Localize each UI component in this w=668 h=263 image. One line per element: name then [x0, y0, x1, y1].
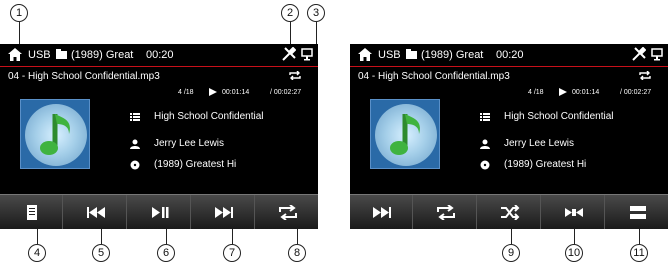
- status-bar: USB (1989) Great 00:20: [0, 44, 318, 66]
- callout-6: 6: [157, 244, 175, 262]
- clock: 00:20: [146, 49, 174, 61]
- next-button[interactable]: [192, 195, 255, 229]
- callout-1-leader: [19, 22, 20, 46]
- equalizer-icon: [565, 208, 583, 217]
- playlist-button[interactable]: [0, 195, 63, 229]
- elapsed-time: 00:01:14: [572, 89, 600, 96]
- callout-1: 1: [10, 4, 28, 22]
- callout-11: 11: [630, 244, 648, 262]
- settings-tools-icon[interactable]: [632, 47, 646, 61]
- disc-icon: [480, 160, 490, 170]
- play-state-icon: [209, 88, 217, 96]
- equalizer-button[interactable]: [542, 195, 605, 229]
- album-short: (1989) Great: [71, 49, 134, 61]
- next-icon: [215, 207, 233, 218]
- next-page-icon: [373, 207, 391, 218]
- shuffle-button[interactable]: [478, 195, 541, 229]
- settings-tools-icon[interactable]: [282, 47, 296, 61]
- album-art: [20, 99, 90, 169]
- repeat-status-icon: [639, 71, 651, 80]
- track-count: 4 /18: [528, 89, 544, 96]
- repeat-icon: [279, 205, 297, 220]
- callout-2-leader: [290, 22, 291, 46]
- callout-4: 4: [28, 244, 46, 262]
- previous-icon: [87, 207, 105, 218]
- header-divider: [0, 66, 318, 67]
- home-icon[interactable]: [8, 48, 22, 61]
- play-state-icon: [559, 88, 567, 96]
- person-icon: [130, 139, 140, 149]
- artist-name: Jerry Lee Lewis: [504, 138, 575, 149]
- callout-10: 10: [565, 244, 583, 262]
- repeat-button[interactable]: [414, 195, 477, 229]
- play-pause-icon: [152, 207, 169, 218]
- callout-9: 9: [502, 244, 520, 262]
- home-icon[interactable]: [358, 48, 372, 61]
- repeat-icon: [437, 205, 455, 220]
- repeat-button[interactable]: [256, 195, 318, 229]
- callout-5: 5: [92, 244, 110, 262]
- control-bar: [0, 194, 318, 229]
- person-icon: [480, 139, 490, 149]
- previous-button[interactable]: [64, 195, 127, 229]
- disc-icon: [130, 160, 140, 170]
- shuffle-icon: [501, 205, 520, 220]
- artist-name: Jerry Lee Lewis: [154, 138, 225, 149]
- file-name: 04 - High School Confidential.mp3: [8, 71, 160, 82]
- music-note-icon: [40, 114, 70, 155]
- player-screen-right: USB (1989) Great 00:20 04 - High School …: [350, 44, 668, 229]
- track-progress: 4 /18 00:01:14 / 00:02:27: [0, 86, 318, 98]
- list-small-icon: [130, 113, 140, 121]
- track-progress: 4 /18 00:01:14 / 00:02:27: [350, 86, 668, 98]
- folder-icon: [406, 49, 417, 59]
- album-art: [370, 99, 440, 169]
- song-title: High School Confidential: [504, 111, 614, 122]
- repeat-status-icon: [289, 71, 301, 80]
- display-icon[interactable]: [301, 48, 313, 61]
- file-name: 04 - High School Confidential.mp3: [358, 71, 510, 82]
- total-time: / 00:02:27: [620, 89, 652, 96]
- status-bar: USB (1989) Great 00:20: [350, 44, 668, 66]
- menu-icon: [630, 206, 646, 219]
- album-name: (1989) Greatest Hi: [504, 159, 587, 170]
- music-note-icon: [390, 114, 420, 155]
- display-icon[interactable]: [651, 48, 663, 61]
- callout-2: 2: [281, 4, 299, 22]
- source-label: USB: [28, 49, 51, 61]
- player-screen-left: USB (1989) Great 00:20 04 - High School …: [0, 44, 318, 229]
- play-pause-button[interactable]: [128, 195, 191, 229]
- callout-3: 3: [307, 4, 325, 22]
- callout-8: 8: [288, 244, 306, 262]
- list-icon: [27, 205, 37, 220]
- song-title: High School Confidential: [154, 111, 264, 122]
- folder-icon: [56, 49, 67, 59]
- clock: 00:20: [496, 49, 524, 61]
- total-time: / 00:02:27: [270, 89, 302, 96]
- source-label: USB: [378, 49, 401, 61]
- album-name: (1989) Greatest Hi: [154, 159, 237, 170]
- elapsed-time: 00:01:14: [222, 89, 250, 96]
- next-page-button[interactable]: [350, 195, 413, 229]
- album-short: (1989) Great: [421, 49, 484, 61]
- header-divider: [350, 66, 668, 67]
- callout-7: 7: [223, 244, 241, 262]
- callout-3-leader: [316, 22, 317, 46]
- track-count: 4 /18: [178, 89, 194, 96]
- control-bar: [350, 194, 668, 229]
- menu-button[interactable]: [606, 195, 668, 229]
- list-small-icon: [480, 113, 490, 121]
